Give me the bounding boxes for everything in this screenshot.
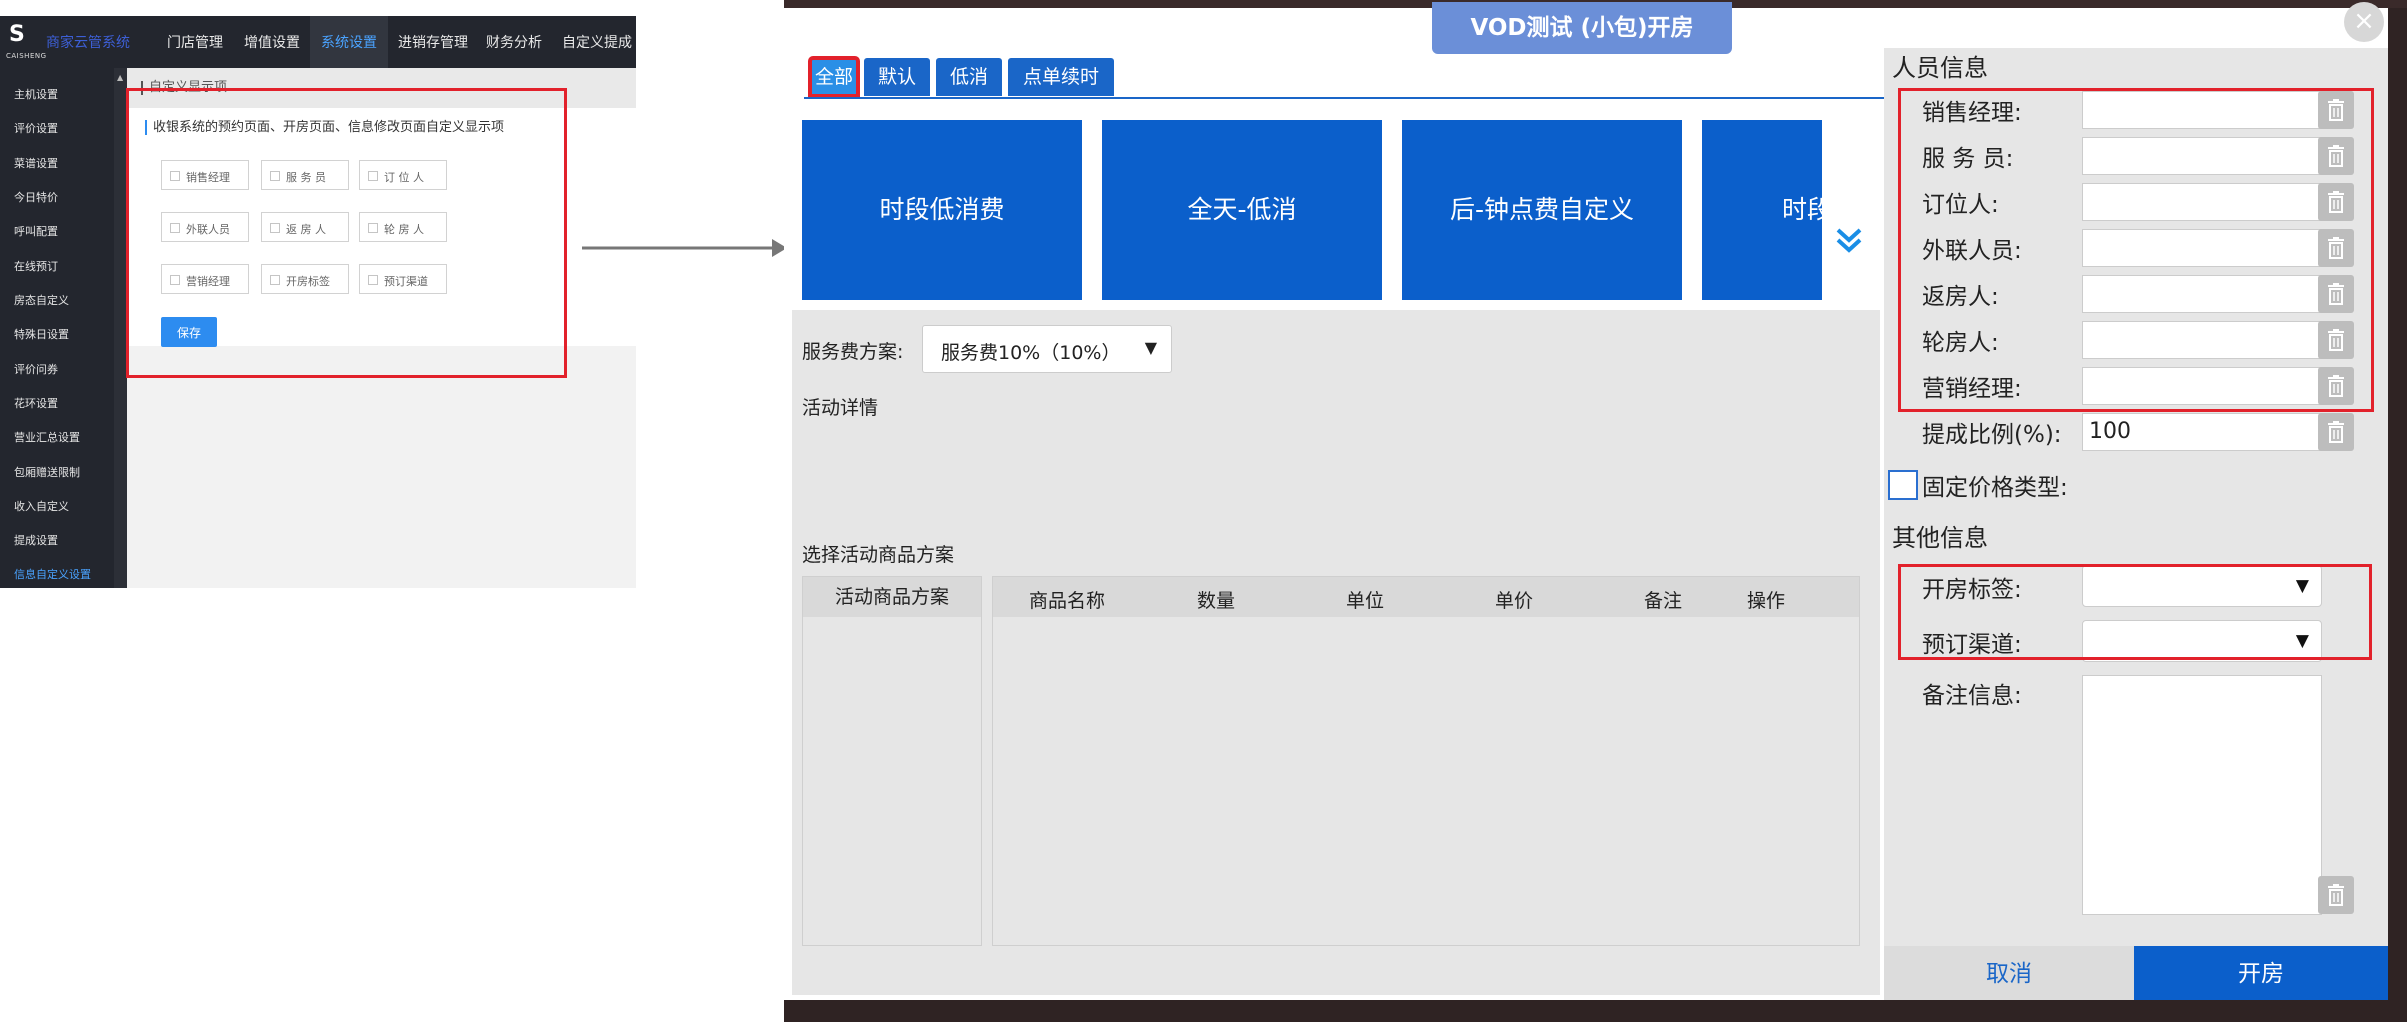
system-name: 商家云管系统 [46,35,130,51]
fixed-price-label: 固定价格类型: [1922,475,2068,501]
goods-table[interactable]: 商品名称 数量 单位 单价 备注 操作 [992,576,1860,946]
tab-min-spend[interactable]: 低消 [936,58,1002,96]
sidebar-item[interactable]: 包厢赠送限制 [14,464,80,480]
caret-down-icon: ▼ [1144,338,1157,357]
sidebar-item[interactable]: 收入自定义 [14,498,69,514]
highlight-box [1898,88,2374,412]
service-fee-select[interactable]: 服务费10%（10%） ▼ [922,325,1172,373]
package-tile[interactable]: 后-钟点费自定义 [1402,120,1682,300]
backdrop-strip [784,1000,2407,1022]
fixed-price-checkbox[interactable] [1888,470,1918,500]
sidebar-item[interactable]: 主机设置 [14,86,58,102]
chevron-double-down-icon[interactable] [1834,225,1864,255]
remark-textarea[interactable] [2082,675,2322,915]
open-room-button[interactable]: 开房 [2134,946,2388,1000]
column-header: 操作 [1747,590,1786,612]
admin-panel: S CAISHENG 商家云管系统 门店管理 增值设置 系统设置 进销存管理 财… [0,16,636,588]
tab-default[interactable]: 默认 [864,58,930,96]
activity-goods-label: 选择活动商品方案 [802,544,955,566]
logo-word: CAISHENG [6,52,47,60]
sidebar-item[interactable]: 在线预订 [14,258,58,274]
tab-order-extend[interactable]: 点单续时 [1008,58,1114,96]
dialog-title: VOD测试 (小包)开房 [1432,2,1732,54]
nav-value-added[interactable]: 增值设置 [244,32,300,52]
field-label: 提成比例(%): [1922,422,2062,448]
column-header: 单位 [1346,590,1385,612]
trash-icon[interactable] [2318,413,2354,451]
personnel-title: 人员信息 [1892,54,1988,82]
sidebar-item[interactable]: 花环设置 [14,395,58,411]
activity-detail-label: 活动详情 [802,397,879,419]
cancel-button[interactable]: 取消 [1884,946,2134,1000]
open-room-dialog: VOD测试 (小包)开房 × 全部 默认 低消 点单续时 时段低消费 全天-低消… [784,0,2407,1022]
sidebar-item-info-custom[interactable]: 信息自定义设置 [14,566,91,582]
service-fee-label: 服务费方案: [802,341,904,363]
sidebar-item[interactable]: 特殊日设置 [14,326,69,342]
nav-finance[interactable]: 财务分析 [486,32,542,52]
column-header: 商品名称 [1029,590,1106,612]
sidebar-item[interactable]: 提成设置 [14,532,58,548]
plan-column-header: 活动商品方案 [803,577,981,617]
sidebar-item[interactable]: 今日特价 [14,189,58,205]
column-header: 备注 [1644,590,1683,612]
backdrop-strip [2388,8,2407,1000]
admin-sidebar: 主机设置 评价设置 菜谱设置 今日特价 呼叫配置 在线预订 房态自定义 特殊日设… [0,68,127,588]
admin-topbar: S CAISHENG 商家云管系统 门店管理 增值设置 系统设置 进销存管理 财… [0,16,636,68]
sidebar-item[interactable]: 呼叫配置 [14,223,58,239]
column-header: 单价 [1495,590,1534,612]
column-header: 数量 [1197,590,1236,612]
arrow-right-icon [582,239,787,257]
sidebar-item[interactable]: 评价设置 [14,120,58,136]
plan-table[interactable]: 活动商品方案 [802,576,982,946]
tab-all[interactable]: 全部 [808,56,860,98]
trash-icon[interactable] [2318,876,2354,914]
highlight-box [126,88,567,378]
goods-table-header: 商品名称 数量 单位 单价 备注 操作 [993,577,1859,617]
brand-logo-icon: S CAISHENG [6,22,47,60]
other-info-title: 其他信息 [1892,524,1988,552]
commission-rate-input[interactable]: 100 [2082,413,2322,451]
sidebar-item[interactable]: 房态自定义 [14,292,69,308]
nav-custom-commission[interactable]: 自定义提成 [562,32,632,52]
field-label: 备注信息: [1922,683,2022,709]
package-tile[interactable]: 全天-低消 [1102,120,1382,300]
highlight-box [1898,564,2372,660]
nav-inventory[interactable]: 进销存管理 [398,32,468,52]
sidebar-item[interactable]: 菜谱设置 [14,155,58,171]
sidebar-item[interactable]: 评价问券 [14,361,58,377]
package-tile[interactable]: 时段 [1702,120,1822,300]
nav-store-management[interactable]: 门店管理 [167,32,223,52]
service-fee-value: 服务费10%（10%） [941,342,1121,364]
close-icon[interactable]: × [2344,2,2384,42]
package-tile[interactable]: 时段低消费 [802,120,1082,300]
sidebar-item[interactable]: 营业汇总设置 [14,429,80,445]
nav-system-settings[interactable]: 系统设置 [321,32,377,52]
scroll-up-icon[interactable]: ▲ [117,73,123,82]
tab-underline [804,97,1886,99]
